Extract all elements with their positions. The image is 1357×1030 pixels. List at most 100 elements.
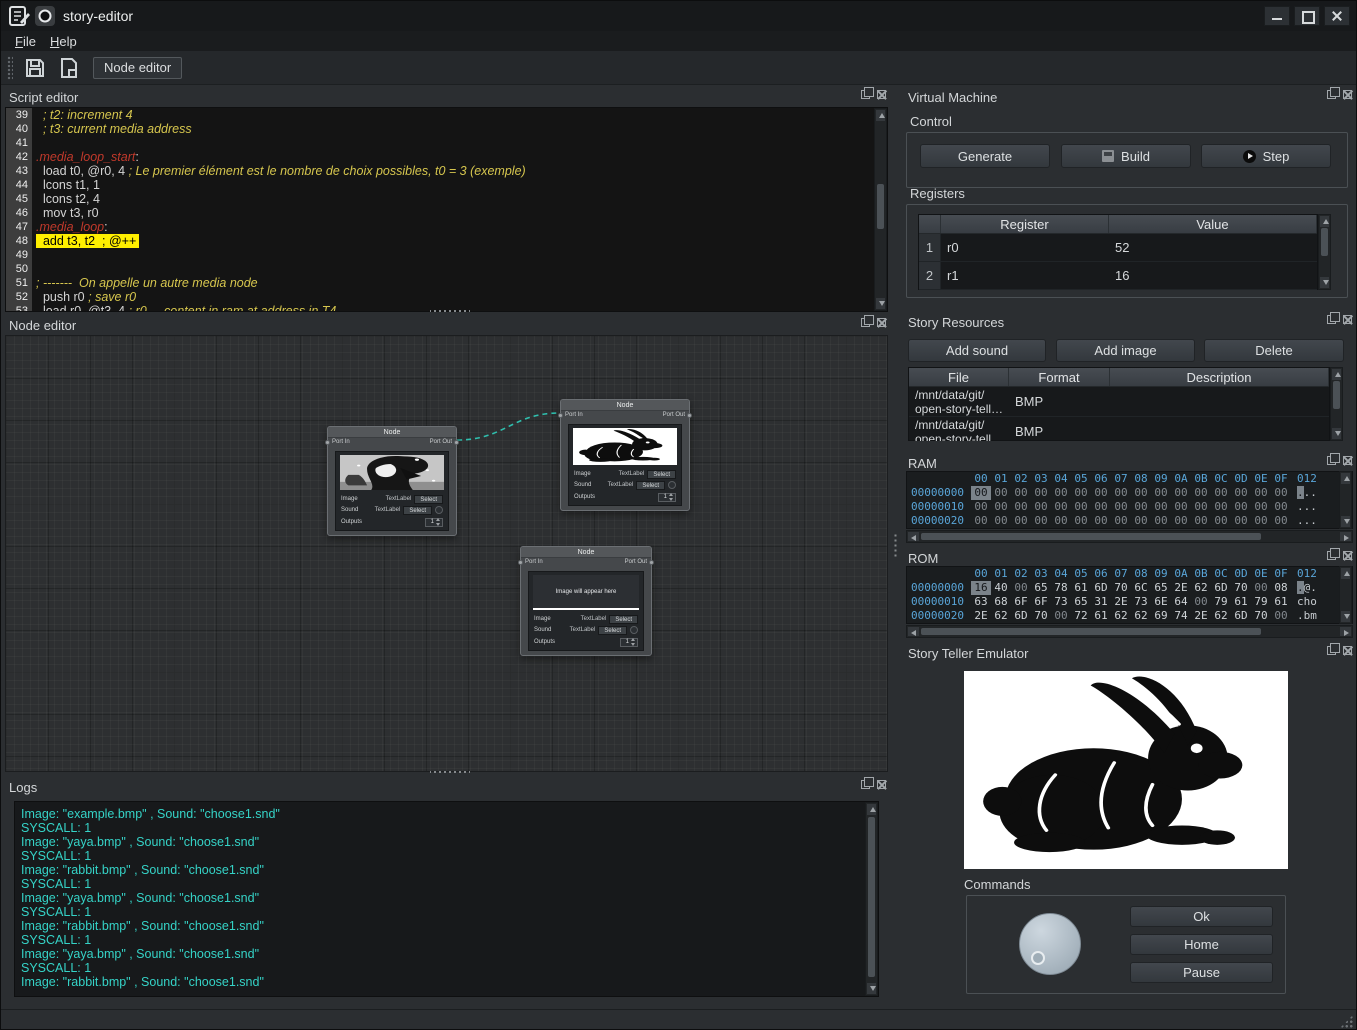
port-out-dot[interactable] [454, 440, 459, 445]
float-panel-icon[interactable] [1327, 551, 1336, 560]
toolbar-drag-handle[interactable] [7, 56, 13, 80]
scroll-up-arrow[interactable] [1332, 369, 1341, 380]
float-panel-icon[interactable] [1327, 646, 1336, 655]
scroll-up-arrow[interactable] [876, 110, 885, 121]
ok-button[interactable]: Ok [1130, 906, 1273, 927]
scroll-down-arrow[interactable] [1341, 516, 1350, 527]
scroll-left-arrow[interactable] [908, 627, 919, 636]
scroll-right-arrow[interactable] [1340, 627, 1351, 636]
delete-button[interactable]: Delete [1204, 339, 1344, 362]
add-image-button[interactable]: Add image [1056, 339, 1195, 362]
export-file-icon[interactable] [57, 56, 81, 80]
scroll-thumb[interactable] [868, 817, 875, 977]
port-in-dot[interactable] [325, 440, 330, 445]
close-panel-icon[interactable] [1343, 456, 1352, 465]
script-editor[interactable]: 39 ; t2: increment 440 ; t3: current med… [5, 107, 888, 312]
resources-table[interactable]: File Format Description /mnt/data/git/ o… [908, 367, 1330, 441]
register-column-header[interactable]: Register [941, 215, 1109, 233]
float-panel-icon[interactable] [1327, 315, 1336, 324]
node-editor-toolbar-button[interactable]: Node editor [93, 57, 182, 79]
format-column-header[interactable]: Format [1009, 368, 1110, 386]
resource-row[interactable]: /mnt/data/git/ open-story-tell…BMP [909, 387, 1329, 417]
logs-view[interactable]: Image: "example.bmp" , Sound: "choose1.s… [14, 801, 879, 997]
pause-button[interactable]: Pause [1130, 962, 1273, 983]
outputs-spinbox[interactable]: 1 [620, 638, 638, 647]
resources-scrollbar[interactable] [1330, 367, 1343, 441]
ram-hscrollbar[interactable] [906, 530, 1353, 543]
scroll-thumb[interactable] [921, 628, 1261, 635]
vertical-splitter-handle[interactable] [893, 533, 899, 559]
resource-row[interactable]: /mnt/data/git/ open-story-tellBMP [909, 417, 1329, 441]
image-select-button[interactable]: Select [609, 615, 638, 624]
port-out-dot[interactable] [649, 560, 654, 565]
menu-file[interactable]: File [15, 34, 36, 49]
registers-scrollbar[interactable] [1318, 214, 1331, 290]
float-panel-icon[interactable] [861, 318, 870, 327]
sound-select-button[interactable]: Select [598, 626, 627, 635]
scroll-down-arrow[interactable] [1332, 428, 1341, 439]
maximize-button[interactable] [1294, 6, 1320, 26]
value-column-header[interactable]: Value [1109, 215, 1317, 233]
scroll-thumb[interactable] [1321, 228, 1328, 256]
node-graph-canvas[interactable]: Node Port In Port Out Image TextLabel Se… [5, 335, 888, 772]
close-panel-icon[interactable] [877, 780, 886, 789]
sound-select-button[interactable]: Select [403, 506, 432, 515]
ram-hex-view[interactable]: 000102030405060708090A0B0C0D0E0F01200000… [906, 471, 1353, 529]
step-button[interactable]: Step [1201, 144, 1331, 168]
size-grip[interactable] [1340, 1015, 1353, 1028]
register-row[interactable]: 2r116 [919, 262, 1317, 290]
float-panel-icon[interactable] [1327, 456, 1336, 465]
build-button[interactable]: Build [1061, 144, 1191, 168]
scroll-left-arrow[interactable] [908, 532, 919, 541]
rom-vscrollbar[interactable] [1339, 566, 1352, 624]
command-dial[interactable] [1019, 913, 1081, 975]
splitter-handle[interactable] [430, 308, 470, 314]
port-out-dot[interactable] [687, 413, 692, 418]
scroll-down-arrow[interactable] [1320, 277, 1329, 288]
close-panel-icon[interactable] [1343, 315, 1352, 324]
scroll-up-arrow[interactable] [1320, 216, 1329, 227]
close-panel-icon[interactable] [877, 90, 886, 99]
save-icon[interactable] [23, 56, 47, 80]
outputs-spinbox[interactable]: 1 [658, 493, 676, 502]
scroll-up-arrow[interactable] [1341, 568, 1350, 579]
float-panel-icon[interactable] [861, 780, 870, 789]
logs-scrollbar[interactable] [865, 802, 878, 996]
rom-hex-view[interactable]: 000102030405060708090A0B0C0D0E0F01200000… [906, 566, 1353, 624]
outputs-spinbox[interactable]: 1 [425, 518, 443, 527]
ram-vscrollbar[interactable] [1339, 471, 1352, 529]
generate-button[interactable]: Generate [920, 144, 1050, 168]
file-column-header[interactable]: File [909, 368, 1009, 386]
splitter-handle[interactable] [430, 769, 470, 775]
image-select-button[interactable]: Select [414, 495, 443, 504]
scroll-up-arrow[interactable] [1341, 473, 1350, 484]
graph-node-empty[interactable]: Node Port In Port Out Image will appear … [520, 546, 652, 656]
sound-play-button[interactable] [668, 481, 676, 489]
graph-node-anime[interactable]: Node Port In Port Out Image TextLabel Se… [327, 426, 457, 536]
scroll-down-arrow[interactable] [867, 983, 876, 994]
port-in-dot[interactable] [518, 560, 523, 565]
minimize-button[interactable] [1264, 6, 1290, 26]
script-editor-scrollbar[interactable] [874, 108, 887, 311]
add-sound-button[interactable]: Add sound [908, 339, 1046, 362]
close-panel-icon[interactable] [1343, 551, 1352, 560]
scroll-down-arrow[interactable] [1341, 611, 1350, 622]
float-panel-icon[interactable] [1327, 90, 1336, 99]
close-panel-icon[interactable] [1343, 646, 1352, 655]
close-button[interactable] [1324, 6, 1350, 26]
sound-play-button[interactable] [435, 506, 443, 514]
image-select-button[interactable]: Select [647, 470, 676, 479]
scroll-down-arrow[interactable] [876, 298, 885, 309]
close-panel-icon[interactable] [1343, 90, 1352, 99]
float-panel-icon[interactable] [861, 90, 870, 99]
register-row[interactable]: 1r052 [919, 234, 1317, 262]
graph-node-rabbit[interactable]: Node Port In Port Out Image TextLabel Se… [560, 399, 690, 511]
scroll-thumb[interactable] [877, 184, 884, 229]
scroll-up-arrow[interactable] [867, 804, 876, 815]
registers-table[interactable]: Register Value 1r0522r116 [918, 214, 1318, 290]
rom-hscrollbar[interactable] [906, 625, 1353, 638]
close-panel-icon[interactable] [877, 318, 886, 327]
scroll-thumb[interactable] [921, 533, 1261, 540]
home-button[interactable]: Home [1130, 934, 1273, 955]
port-in-dot[interactable] [558, 413, 563, 418]
